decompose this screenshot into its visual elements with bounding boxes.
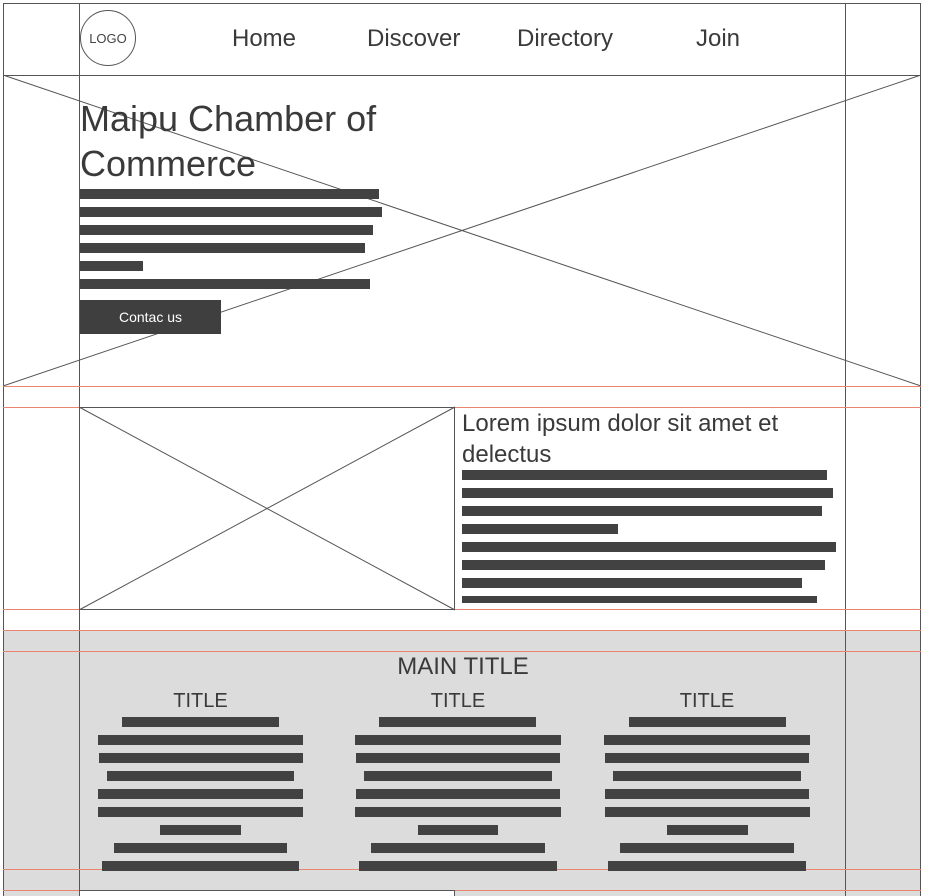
service-column-title: TITLE xyxy=(679,690,735,712)
service-column-title: TITLE xyxy=(173,690,228,712)
column-text-line xyxy=(604,735,810,745)
feature-text-line xyxy=(462,578,802,588)
column-text-line xyxy=(122,717,279,727)
contact-us-button[interactable]: Contac us xyxy=(80,300,221,334)
column-text-line xyxy=(160,825,241,835)
column-text-line xyxy=(371,843,545,853)
logo[interactable]: LOGO xyxy=(80,10,136,66)
column-text-line xyxy=(620,843,794,853)
column-text-line xyxy=(107,771,294,781)
services-main-title: MAIN TITLE xyxy=(397,653,529,680)
column-text-line xyxy=(605,753,809,763)
column-text-line xyxy=(613,771,801,781)
service-column-title: TITLE xyxy=(430,690,486,712)
hero-text-line xyxy=(80,243,365,253)
hero-text-line xyxy=(80,189,379,199)
feature-text-line xyxy=(462,470,827,480)
column-text-line xyxy=(98,735,303,745)
column-text-line xyxy=(114,843,287,853)
nav-discover[interactable]: Discover xyxy=(367,25,460,53)
column-text-line xyxy=(667,825,748,835)
column-text-line xyxy=(605,789,809,799)
column-text-line xyxy=(379,717,536,727)
feature-image-placeholder xyxy=(78,406,456,611)
hero-text-line xyxy=(80,207,382,217)
column-text-line xyxy=(356,753,560,763)
feature-text-line xyxy=(462,542,836,552)
column-text-line xyxy=(98,807,303,817)
logo-label: LOGO xyxy=(89,30,127,46)
column-text-line xyxy=(359,861,557,871)
nav-join[interactable]: Join xyxy=(696,25,740,53)
next-section-image-placeholder xyxy=(79,890,455,896)
hero-text-line xyxy=(80,279,370,289)
column-text-line xyxy=(355,807,561,817)
feature-text-line xyxy=(462,560,825,570)
hero-text-line xyxy=(80,261,143,271)
hero-text-line xyxy=(80,225,373,235)
column-text-line xyxy=(605,807,810,817)
column-text-line xyxy=(629,717,786,727)
section-guide-1 xyxy=(3,386,921,387)
nav-directory[interactable]: Directory xyxy=(517,25,613,53)
feature-text-line xyxy=(462,488,833,498)
hero-title: Maipu Chamber of Commerce xyxy=(80,98,377,184)
column-text-line xyxy=(418,825,498,835)
column-text-line xyxy=(356,789,560,799)
column-text-line xyxy=(608,861,806,871)
column-text-line xyxy=(102,861,299,871)
feature-text-line xyxy=(462,596,817,603)
section-guide-4 xyxy=(3,630,921,631)
column-text-line xyxy=(99,753,303,763)
feature-text-line xyxy=(462,506,822,516)
column-text-line xyxy=(355,735,561,745)
column-text-line xyxy=(98,789,303,799)
feature-text-line xyxy=(462,524,618,534)
column-text-line xyxy=(364,771,552,781)
nav-home[interactable]: Home xyxy=(232,25,296,53)
feature-title: Lorem ipsum dolor sit amet et delectus xyxy=(462,410,779,468)
